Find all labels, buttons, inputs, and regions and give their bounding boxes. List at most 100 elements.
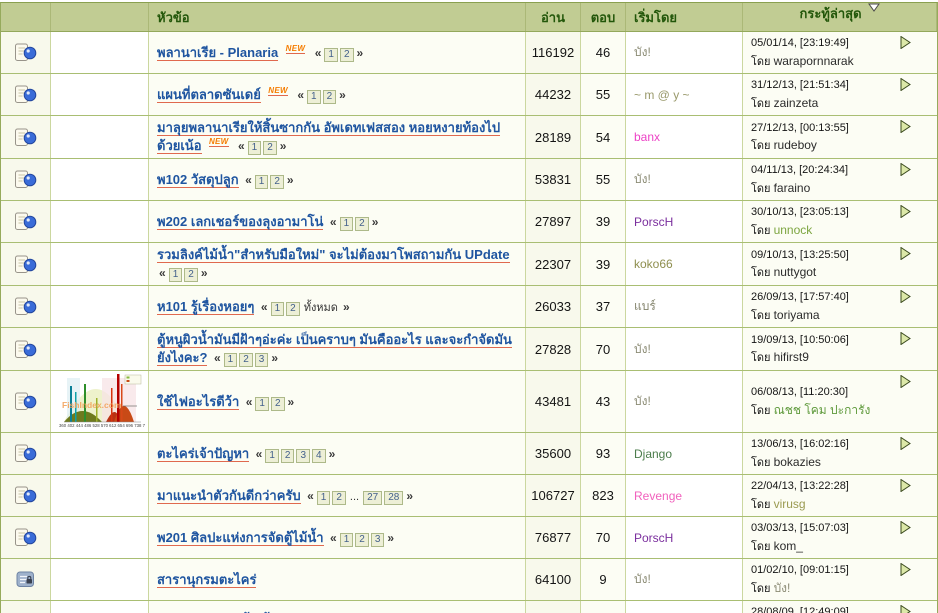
page-number-link[interactable]: 1: [316, 490, 331, 505]
last-poster-link[interactable]: hifirst9: [774, 350, 809, 364]
starter-link[interactable]: PorscH: [634, 531, 673, 545]
page-number-link[interactable]: 3: [370, 532, 385, 547]
page-number-link[interactable]: 1: [265, 448, 279, 463]
page-number-link[interactable]: 2: [355, 532, 369, 547]
goto-last-post-icon[interactable]: [900, 332, 911, 345]
goto-last-post-icon[interactable]: [900, 120, 911, 133]
page-text-link[interactable]: ทั้งหมด: [304, 302, 338, 314]
new-badge[interactable]: NEW: [208, 137, 229, 147]
last-poster-link[interactable]: toriyama: [774, 308, 820, 322]
page-number-link[interactable]: 1: [223, 353, 238, 367]
page-number-link[interactable]: 3: [296, 448, 311, 463]
topic-title-link[interactable]: สารานุกรมตะไคร่: [157, 571, 257, 588]
starter-link[interactable]: koko66: [634, 257, 673, 271]
last-poster-link[interactable]: บัง!: [774, 581, 791, 595]
topic-title-link[interactable]: พ202 เลกเชอร์ของลุงอามาโน่: [157, 213, 324, 230]
last-poster-link[interactable]: ณชช โคม ปะการัง: [774, 403, 871, 417]
page-number-link[interactable]: 2: [263, 141, 277, 155]
sort-desc-icon[interactable]: [867, 3, 880, 12]
goto-last-post-icon[interactable]: [900, 521, 911, 534]
last-poster-link[interactable]: virusg: [774, 497, 806, 511]
goto-last-post-icon[interactable]: [900, 563, 911, 576]
page-number-link[interactable]: 1: [168, 268, 183, 282]
goto-last-post-icon[interactable]: [900, 290, 911, 303]
starter-link[interactable]: บัง!: [634, 392, 651, 411]
last-poster-link[interactable]: zainzeta: [774, 96, 819, 110]
starter-link[interactable]: บัง!: [634, 43, 651, 62]
goto-last-post-icon[interactable]: [900, 78, 911, 91]
page-number-link[interactable]: 2: [355, 216, 369, 231]
last-poster-link[interactable]: rudeboy: [774, 138, 817, 152]
page-number-link[interactable]: 1: [339, 216, 354, 231]
page-number-link[interactable]: 2: [332, 490, 346, 505]
topic-title-link[interactable]: พลานาเรีย - Planaria: [157, 44, 279, 61]
page-number-link[interactable]: 1: [254, 174, 269, 189]
goto-last-post-icon[interactable]: [900, 479, 911, 492]
starter-link[interactable]: ~ m @ y ~: [634, 88, 690, 102]
header-reads[interactable]: อ่าน: [541, 7, 565, 28]
header-topic[interactable]: หัวข้อ: [157, 7, 190, 28]
page-number-link[interactable]: 27: [363, 490, 383, 505]
topic-title-link[interactable]: ใช้ไฟอะไรดีว้า: [157, 393, 240, 410]
new-badge[interactable]: NEW: [268, 85, 288, 96]
goto-last-post-icon[interactable]: [900, 205, 911, 218]
topic-title-link[interactable]: ห101 รู้เรื่องหอยๆ: [157, 298, 255, 315]
topic-cell: พ202 เลกเชอร์ของลุงอามาโน่ «1 2»: [149, 201, 526, 242]
starter-link[interactable]: แบร์: [634, 297, 656, 316]
topic-title-link[interactable]: พ201 ศิลปะแห่งการจัดตู้ไม้น้ำ: [157, 529, 324, 546]
last-poster-link[interactable]: unnock: [774, 223, 813, 237]
goto-last-post-icon[interactable]: [900, 437, 911, 450]
page-number-link[interactable]: 2: [322, 89, 337, 104]
starter-link[interactable]: Django: [634, 447, 672, 461]
starter-link[interactable]: บัง!: [634, 170, 651, 189]
topic-title-link[interactable]: ตะไคร่เจ้าปัญหา: [157, 445, 250, 462]
starter-link[interactable]: บัง!: [634, 570, 651, 589]
topic-title-link[interactable]: รวมลิงค์ไม้น้ำ"สำหรับมือใหม่" จะไม่ต้องม…: [157, 247, 510, 263]
page-number-link[interactable]: 1: [247, 141, 262, 155]
last-poster-link[interactable]: nuttygot: [774, 265, 817, 279]
page-number-link[interactable]: 3: [254, 353, 269, 367]
by-label: โดย: [751, 456, 771, 469]
page-number-link[interactable]: 2: [270, 174, 284, 189]
goto-last-post-icon[interactable]: [900, 605, 911, 613]
page-number-link[interactable]: 2: [239, 353, 253, 367]
starter-link[interactable]: บัง!: [634, 340, 651, 359]
starter-link[interactable]: banx: [634, 130, 660, 144]
topic-title-link[interactable]: มาแนะนำตัวกันดีกว่าครับ: [157, 487, 301, 504]
page-number-link[interactable]: 2: [270, 396, 285, 411]
header-last-post[interactable]: กระทู้ล่าสุด: [799, 3, 861, 31]
page-number-link[interactable]: 1: [307, 89, 321, 104]
topic-title-link[interactable]: แผนที่ตลาดซันเดย์: [157, 86, 261, 103]
topic-thumb-cell: [51, 475, 149, 516]
page-number-link[interactable]: 1: [324, 47, 338, 62]
page-number-link[interactable]: 2: [280, 448, 295, 463]
topic-pagination: «1 2»: [157, 264, 210, 282]
by-label: โดย: [751, 540, 771, 553]
page-number-link[interactable]: 1: [255, 396, 269, 411]
topic-pagination: «1 2»: [244, 393, 297, 411]
page-number-link[interactable]: 2: [286, 301, 300, 316]
page-number-link[interactable]: 1: [339, 532, 354, 547]
goto-last-post-icon[interactable]: [900, 36, 911, 49]
page-text-link[interactable]: ...: [350, 491, 359, 503]
starter-link[interactable]: PorscH: [634, 215, 673, 229]
topic-thumbnail-spectrum-chart[interactable]: FishIndex.com 360 402 444 486 528 570 61…: [54, 373, 145, 430]
new-badge[interactable]: NEW: [285, 43, 306, 54]
header-started-by[interactable]: เริ่มโดย: [634, 7, 677, 28]
page-number-link[interactable]: 4: [312, 448, 326, 463]
last-poster-link[interactable]: bokazies: [774, 455, 821, 469]
starter-link[interactable]: Revenge: [634, 489, 682, 503]
topic-title-link[interactable]: ตู้หนูผิวน้ำมันมีฝ้าๆอ่ะค่ะ เป็นคราบๆ มั…: [157, 332, 512, 366]
topic-title-link[interactable]: พ102 วัสดุปลูก: [157, 171, 239, 188]
page-number-link[interactable]: 28: [384, 490, 404, 505]
page-number-link[interactable]: 2: [339, 47, 354, 62]
last-poster-link[interactable]: kom_: [774, 539, 803, 553]
page-number-link[interactable]: 2: [184, 268, 198, 282]
goto-last-post-icon[interactable]: [900, 247, 911, 260]
goto-last-post-icon[interactable]: [900, 375, 911, 388]
last-poster-link[interactable]: warapornnarak: [774, 54, 854, 68]
header-replies[interactable]: ตอบ: [591, 7, 616, 28]
goto-last-post-icon[interactable]: [900, 163, 911, 176]
page-number-link[interactable]: 1: [270, 301, 285, 316]
last-poster-link[interactable]: faraino: [774, 181, 811, 195]
